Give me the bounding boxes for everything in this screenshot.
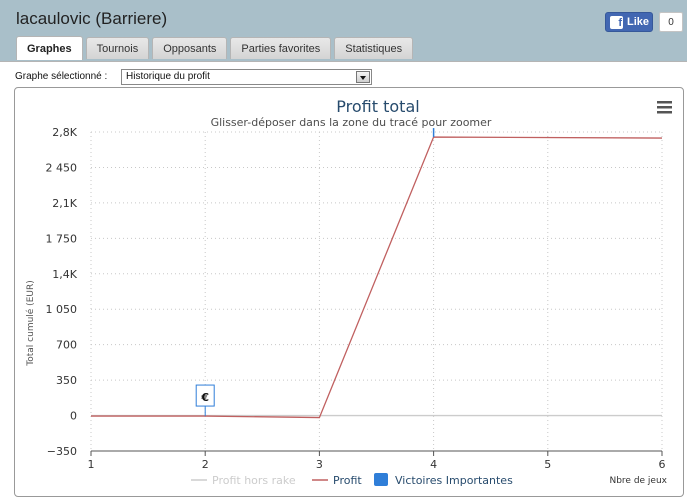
chart-title: Profit total (336, 97, 419, 116)
chart-legend: Profit hors rake Profit Victoires Import… (191, 473, 513, 487)
facebook-f-icon: f (610, 15, 623, 29)
legend-label: Profit (333, 474, 362, 487)
y-tick-label: −350 (47, 445, 77, 458)
tab-bar: Graphes Tournois Opposants Parties favor… (16, 36, 414, 60)
tab-tournois[interactable]: Tournois (85, 37, 150, 59)
y-tick-label: 1 750 (46, 232, 78, 245)
tab-opposants[interactable]: Opposants (152, 37, 228, 59)
hamburger-menu-icon[interactable] (657, 101, 672, 114)
y-tick-label: 2 450 (46, 161, 78, 174)
tab-parties-favorites[interactable]: Parties favorites (230, 37, 332, 59)
tab-statistiques[interactable]: Statistiques (334, 37, 414, 59)
x-axis-label: Nbre de jeux (609, 476, 667, 486)
profit-chart[interactable]: Profit total Glisser-déposer dans la zon… (15, 88, 685, 497)
like-label: Like (627, 16, 650, 28)
like-count: 0 (659, 12, 683, 32)
chart-subtitle: Glisser-déposer dans la zone du tracé po… (211, 116, 492, 129)
y-tick-label: 1,4K (52, 268, 77, 281)
graph-select-dropdown[interactable]: Historique du profit (121, 69, 372, 85)
content-panel: Graphe sélectionné : Historique du profi… (0, 61, 687, 497)
x-tick-label: 3 (316, 458, 323, 471)
page-title: lacaulovic (Barriere) (16, 9, 168, 28)
series-line-profit[interactable] (91, 136, 663, 419)
y-axis-label: Total cumulé (EUR) (25, 280, 36, 366)
facebook-like-button[interactable]: f Like (605, 12, 653, 32)
x-tick-label: 5 (544, 458, 551, 471)
top-bar: lacaulovic (Barriere) f Like 0 Graphes T… (0, 0, 687, 62)
y-tick-label: 350 (56, 374, 77, 387)
x-tick-label: 2 (202, 458, 209, 471)
graph-select-value: Historique du profit (126, 71, 210, 82)
legend-label: Profit hors rake (212, 474, 296, 487)
x-tick-label: 6 (659, 458, 666, 471)
legend-item-profit-hors-rake[interactable]: Profit hors rake (191, 474, 296, 487)
chart-container: Profit total Glisser-déposer dans la zon… (14, 87, 684, 497)
y-tick-label: 1 050 (46, 303, 78, 316)
tab-graphes[interactable]: Graphes (16, 36, 83, 60)
euro-icon: € (200, 391, 209, 404)
graph-select-label: Graphe sélectionné : (15, 71, 108, 82)
legend-label: Victoires Importantes (395, 474, 513, 487)
y-tick-label: 700 (56, 339, 77, 352)
x-tick-label: 1 (88, 458, 95, 471)
chevron-down-icon[interactable] (356, 71, 370, 83)
x-tick-label: 4 (430, 458, 437, 471)
legend-item-victoires-importantes[interactable]: Victoires Importantes (374, 473, 513, 487)
y-tick-label: 2,1K (52, 197, 77, 210)
legend-item-profit[interactable]: Profit (312, 474, 362, 487)
y-tick-label: 2,8K (52, 126, 77, 139)
y-tick-label: 0 (70, 410, 77, 423)
